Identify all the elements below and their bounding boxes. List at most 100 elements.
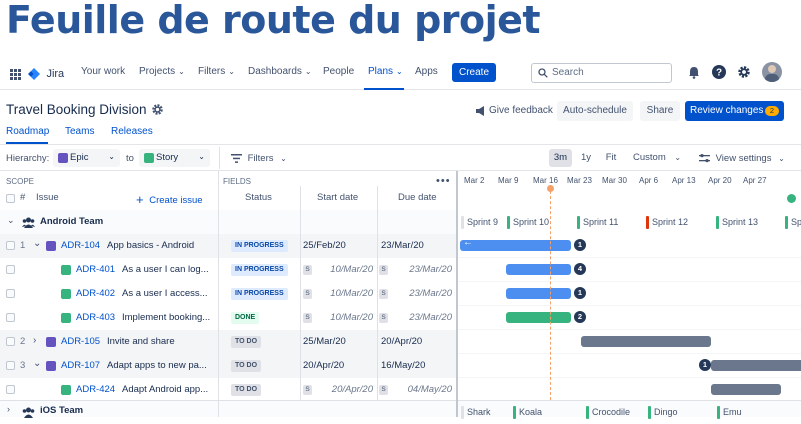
zoom-1y-button[interactable]: 1y [576, 149, 596, 167]
fields-more-icon[interactable]: ••• [436, 175, 451, 187]
create-issue-button[interactable]: + Create issue [136, 192, 203, 207]
issue-summary[interactable]: Implement booking... [122, 312, 210, 323]
search-input[interactable]: Search [531, 63, 672, 83]
status-lozenge[interactable]: TO DO [231, 384, 262, 396]
status-lozenge[interactable]: IN PROGRESS [231, 264, 288, 276]
start-date-value[interactable]: 25/Feb/20 [303, 240, 346, 251]
dependency-count-badge[interactable]: 1 [699, 359, 711, 371]
select-all-checkbox[interactable] [6, 194, 15, 203]
nav-apps[interactable]: Apps [415, 66, 438, 77]
due-date-value[interactable]: 16/May/20 [381, 360, 425, 371]
issue-key-link[interactable]: ADR-401 [76, 264, 115, 275]
arrow-left-icon[interactable]: ← [463, 237, 473, 248]
table-row[interactable]: 1 ⌄ ADR-104 App basics - Android IN PROGRESS… [0, 234, 801, 258]
issue-summary[interactable]: App basics - Android [107, 240, 210, 251]
fields-timeline-divider[interactable] [456, 171, 458, 417]
due-date-value[interactable]: 23/Mar/20 [409, 312, 452, 323]
release-marker[interactable] [787, 194, 796, 203]
table-row[interactable]: 3 ⌄ ADR-107 Adapt apps to new pa... TO DO 20/… [0, 354, 801, 378]
review-changes-button[interactable]: Review changes 2 [685, 101, 784, 121]
timeline-bar[interactable] [506, 264, 571, 275]
custom-range-select[interactable]: Custom ⌄ [628, 149, 686, 167]
jira-logo[interactable]: Jira [28, 65, 64, 81]
start-date-value[interactable]: 10/Mar/20 [330, 312, 373, 323]
row-checkbox[interactable] [6, 385, 15, 394]
table-row[interactable]: ADR-424 Adapt Android app... TO DO S S 20/Apr… [0, 378, 801, 402]
zoom-3m-button[interactable]: 3m [549, 149, 572, 167]
tab-releases[interactable]: Releases [111, 126, 153, 137]
chevron-down-icon[interactable]: ⌄ [33, 238, 41, 249]
dependency-count-badge[interactable]: 1 [574, 287, 586, 299]
notifications-bell-icon[interactable] [688, 66, 700, 84]
due-date-value[interactable]: 23/Mar/20 [381, 240, 424, 251]
due-date-value[interactable]: 04/May/20 [408, 384, 452, 395]
plan-settings-gear-icon[interactable] [151, 103, 164, 121]
start-date-value[interactable]: 20/Apr/20 [332, 384, 373, 395]
status-lozenge[interactable]: TO DO [231, 336, 262, 348]
status-lozenge[interactable]: DONE [231, 312, 260, 324]
start-date-value[interactable]: 10/Mar/20 [330, 264, 373, 275]
start-date-value[interactable]: 10/Mar/20 [330, 288, 373, 299]
table-row[interactable]: ADR-403 Implement booking... DONE S S 10/Mar/… [0, 306, 801, 330]
issue-summary[interactable]: Adapt apps to new pa... [107, 360, 210, 371]
auto-schedule-button[interactable]: Auto-schedule [557, 101, 633, 121]
help-icon[interactable]: ? [712, 65, 726, 84]
issue-key-link[interactable]: ADR-107 [61, 360, 100, 371]
nav-projects[interactable]: Projects ⌄ [139, 66, 185, 77]
row-checkbox[interactable] [6, 361, 15, 370]
row-checkbox[interactable] [6, 337, 15, 346]
row-checkbox[interactable] [6, 289, 15, 298]
table-row[interactable]: ADR-401 As a user I can log... IN PROGRESS… [0, 258, 801, 282]
timeline-bar[interactable] [711, 384, 781, 395]
issue-key-link[interactable]: ADR-104 [61, 240, 100, 251]
timeline-bar[interactable] [506, 288, 571, 299]
scope-fields-divider[interactable] [218, 171, 219, 417]
view-settings-button[interactable]: View settings ⌄ [699, 153, 785, 164]
issue-key-link[interactable]: ADR-403 [76, 312, 115, 323]
status-lozenge[interactable]: IN PROGRESS [231, 288, 288, 300]
tab-teams[interactable]: Teams [65, 126, 94, 137]
tab-roadmap[interactable]: Roadmap [6, 126, 49, 137]
chevron-down-icon[interactable]: ⌄ [33, 358, 41, 369]
give-feedback-button[interactable]: Give feedback [475, 101, 553, 121]
row-checkbox[interactable] [6, 241, 15, 250]
hierarchy-to-select[interactable]: Story ⌄ [139, 149, 210, 167]
nav-filters[interactable]: Filters ⌄ [198, 66, 235, 77]
status-lozenge[interactable]: IN PROGRESS [231, 240, 288, 252]
due-date-value[interactable]: 20/Apr/20 [381, 336, 422, 347]
timeline-bar[interactable] [506, 312, 571, 323]
nav-dashboards[interactable]: Dashboards ⌄ [248, 66, 312, 77]
issue-key-link[interactable]: ADR-424 [76, 384, 115, 395]
issue-key-link[interactable]: ADR-402 [76, 288, 115, 299]
table-row[interactable]: ADR-402 As a user I access... IN PROGRESS S… [0, 282, 801, 306]
app-switcher-icon[interactable] [10, 67, 21, 80]
start-date-value[interactable]: 20/Apr/20 [303, 360, 344, 371]
row-checkbox[interactable] [6, 265, 15, 274]
nav-plans[interactable]: Plans ⌄ [368, 66, 403, 77]
issue-key-link[interactable]: ADR-105 [61, 336, 100, 347]
hierarchy-from-select[interactable]: Epic ⌄ [53, 149, 120, 167]
chevron-right-icon[interactable]: › [7, 404, 10, 414]
user-avatar[interactable] [762, 62, 782, 82]
nav-your-work[interactable]: Your work [81, 66, 125, 77]
due-date-value[interactable]: 23/Mar/20 [409, 288, 452, 299]
start-date-value[interactable]: 25/Mar/20 [303, 336, 346, 347]
zoom-fit-button[interactable]: Fit [600, 149, 622, 167]
create-button[interactable]: Create [452, 63, 496, 82]
timeline-bar[interactable] [460, 240, 571, 251]
row-checkbox[interactable] [6, 313, 15, 322]
filters-button[interactable]: Filters ⌄ [231, 153, 287, 164]
dependency-count-badge[interactable]: 4 [574, 263, 586, 275]
timeline-bar[interactable] [711, 360, 801, 371]
nav-people[interactable]: People [323, 66, 354, 77]
issue-summary[interactable]: Adapt Android app... [122, 384, 210, 395]
due-date-value[interactable]: 23/Mar/20 [409, 264, 452, 275]
status-lozenge[interactable]: TO DO [231, 360, 262, 372]
dependency-count-badge[interactable]: 2 [574, 311, 586, 323]
dependency-count-badge[interactable]: 1 [574, 239, 586, 251]
issue-summary[interactable]: As a user I access... [122, 288, 210, 299]
settings-gear-icon[interactable] [737, 65, 751, 84]
share-button[interactable]: Share [640, 101, 680, 121]
chevron-down-icon[interactable]: ⌄ [7, 215, 15, 226]
chevron-right-icon[interactable]: › [33, 335, 36, 346]
